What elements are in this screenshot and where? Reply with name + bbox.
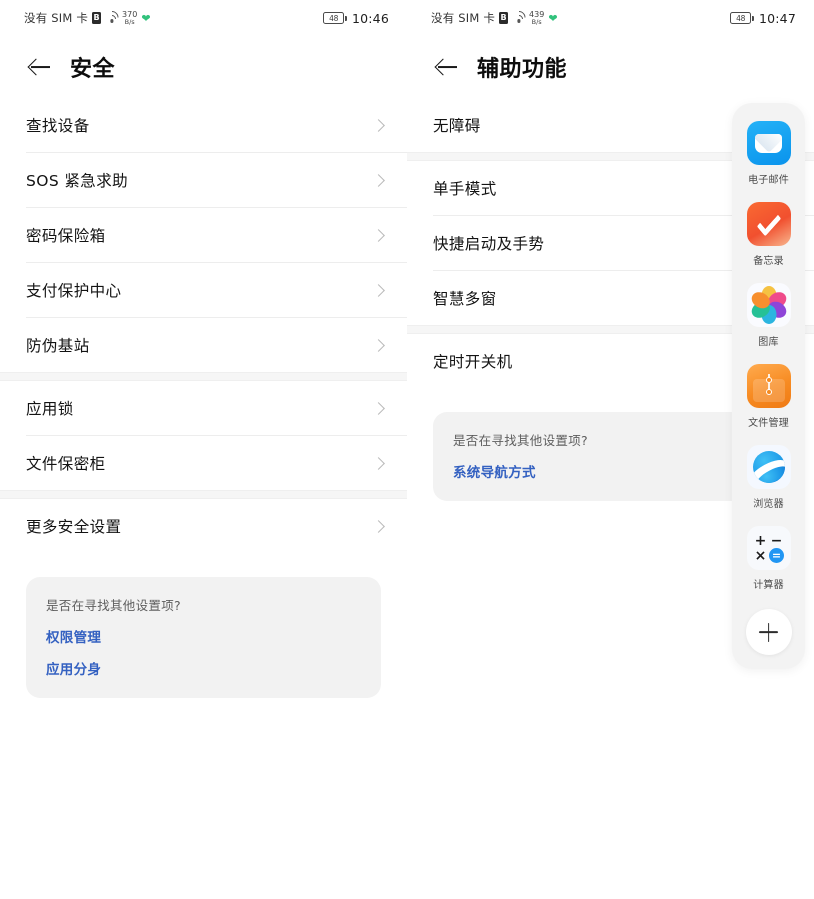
battery-level-label: 48 [730,12,752,24]
status-bar-left: 没有 SIM 卡 B 439 B/s ❤ [431,7,730,27]
chevron-right-icon [372,519,385,533]
network-speed-unit: B/s [124,17,135,26]
battery-cap [345,15,347,21]
dock-app-email[interactable]: 电子邮件 [732,121,805,186]
carrier-label: 没有 SIM 卡 [431,11,496,25]
heart-icon: ❤ [141,11,151,25]
list-item-label: 智慧多窗 [433,290,497,308]
list-item-label: 文件保密柜 [26,455,106,473]
group-separator [0,490,407,499]
status-bar: 没有 SIM 卡 B 370 B/s ❤ 48 10:46 [0,0,407,36]
list-item-label: 无障碍 [433,117,481,135]
clock-label: 10:47 [758,10,796,26]
list-item-label: 密码保险箱 [26,227,106,245]
list-item-app-lock[interactable]: 应用锁 [0,381,407,435]
email-icon [746,121,791,165]
list-item-label: SOS 紧急求助 [26,172,129,190]
suggestion-link-permissions[interactable]: 权限管理 [46,626,361,646]
gallery-icon [746,283,791,327]
chevron-right-icon [372,338,385,352]
dock-app-browser[interactable]: 浏览器 [732,445,805,510]
sim-badge-icon: B [499,12,509,24]
list-item-label: 防伪基站 [26,337,90,355]
back-arrow-icon[interactable] [433,54,459,80]
calc-times-symbol: × [754,547,767,564]
dock-app-label: 计算器 [753,580,784,591]
dock-app-label: 电子邮件 [748,175,789,186]
suggestion-card-title: 是否在寻找其他设置项? [46,598,181,613]
carrier-label: 没有 SIM 卡 [24,11,89,25]
clock-label: 10:46 [351,10,389,26]
dock-app-label: 图库 [758,337,779,348]
list-item-label: 单手模式 [433,180,497,198]
calc-equals-symbol: = [769,548,784,563]
list-item-label: 更多安全设置 [26,518,122,536]
calculator-icon: + − × = [746,526,791,570]
network-speed-unit: B/s [531,17,542,26]
notes-icon [746,202,791,246]
settings-list: 查找设备 SOS 紧急求助 密码保险箱 支付保护中心 防伪基站 应用锁 文件保密… [0,98,407,553]
page-header: 安全 [0,36,407,98]
suggestion-link-system-navigation[interactable]: 系统导航方式 [453,461,768,481]
battery-icon: 48 [730,12,754,24]
chevron-right-icon [372,283,385,297]
calc-minus-symbol: − [770,532,783,549]
list-item-sos-emergency[interactable]: SOS 紧急求助 [0,153,407,207]
suggestion-link-app-twin[interactable]: 应用分身 [46,658,361,678]
list-item-file-safe[interactable]: 文件保密柜 [0,436,407,490]
heart-icon: ❤ [548,11,558,25]
page-title: 辅助功能 [477,57,568,82]
page-title: 安全 [70,57,116,82]
chevron-right-icon [372,228,385,242]
list-item-find-device[interactable]: 查找设备 [0,98,407,152]
dock-app-label: 浏览器 [753,499,784,510]
chevron-right-icon [372,118,385,132]
status-bar-left: 没有 SIM 卡 B 370 B/s ❤ [24,7,323,27]
right-phone-screen: 没有 SIM 卡 B 439 B/s ❤ 48 10:47 辅助功能 无障碍 单… [407,0,814,899]
suggestion-card-title: 是否在寻找其他设置项? [453,433,588,448]
status-bar-right: 48 10:46 [323,11,389,26]
dock-app-notes[interactable]: 备忘录 [732,202,805,267]
list-item-label: 支付保护中心 [26,282,122,300]
dock-app-file-manager[interactable]: 文件管理 [732,364,805,429]
files-icon [746,364,791,408]
list-item-label: 快捷启动及手势 [433,235,545,253]
list-item-payment-protection[interactable]: 支付保护中心 [0,263,407,317]
dock-app-label: 备忘录 [753,256,784,267]
group-separator [0,372,407,381]
list-item-password-vault[interactable]: 密码保险箱 [0,208,407,262]
dock-app-gallery[interactable]: 图库 [732,283,805,348]
network-speed-indicator: 439 B/s [529,10,544,26]
left-phone-screen: 没有 SIM 卡 B 370 B/s ❤ 48 10:46 安全 查找设备 SO… [0,0,407,899]
add-app-button[interactable] [745,609,792,655]
chevron-right-icon [372,401,385,415]
dock-app-label: 文件管理 [748,418,789,429]
floating-app-dock: 电子邮件 备忘录 图库 文件管理 浏览器 + − × = 计算器 [732,103,805,669]
dock-app-calculator[interactable]: + − × = 计算器 [732,526,805,591]
list-item-label: 查找设备 [26,117,90,135]
status-bar-right: 48 10:47 [730,11,796,26]
network-speed-indicator: 370 B/s [122,10,137,26]
battery-cap [752,15,754,21]
back-arrow-icon[interactable] [26,54,52,80]
chevron-right-icon [372,456,385,470]
wifi-icon [509,7,528,27]
calc-plus-symbol: + [754,532,767,549]
list-item-label: 应用锁 [26,400,74,418]
wifi-icon [102,7,121,27]
battery-icon: 48 [323,12,347,24]
sim-badge-icon: B [92,12,102,24]
list-item-fake-base-station[interactable]: 防伪基站 [0,318,407,372]
chevron-right-icon [372,173,385,187]
dual-screenshot-container: 没有 SIM 卡 B 370 B/s ❤ 48 10:46 安全 查找设备 SO… [0,0,814,899]
list-item-more-security-settings[interactable]: 更多安全设置 [0,499,407,553]
battery-level-label: 48 [323,12,345,24]
suggestion-card: 是否在寻找其他设置项? 权限管理 应用分身 [26,577,381,698]
browser-icon [746,445,791,489]
page-header: 辅助功能 [407,36,814,98]
status-bar: 没有 SIM 卡 B 439 B/s ❤ 48 10:47 [407,0,814,36]
plus-icon [759,623,778,642]
list-item-label: 定时开关机 [433,353,513,371]
